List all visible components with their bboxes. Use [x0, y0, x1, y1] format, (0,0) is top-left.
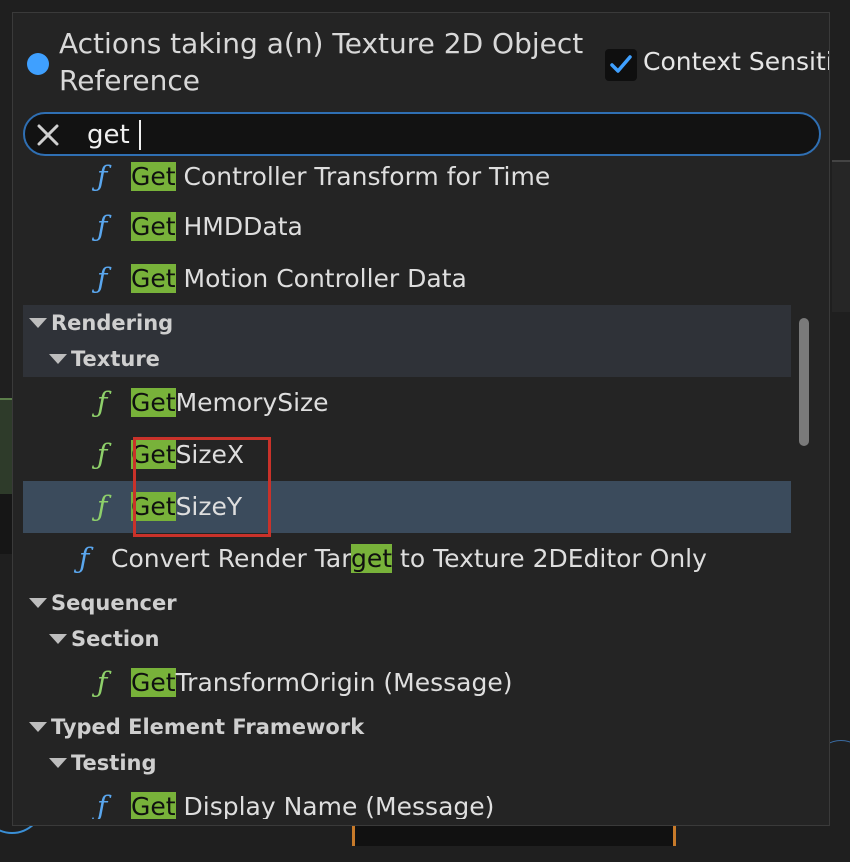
background-node — [352, 826, 676, 846]
label-suffix: HMDData — [175, 212, 303, 241]
expand-arrow-icon[interactable] — [29, 598, 47, 608]
function-icon: ƒ — [97, 160, 108, 193]
text-caret — [139, 120, 141, 150]
label-suffix: SizeX — [175, 440, 245, 469]
expand-arrow-icon[interactable] — [29, 318, 47, 328]
category-section[interactable]: Section — [23, 621, 791, 657]
label-suffix: MemorySize — [175, 388, 329, 417]
search-match-highlight: Get — [131, 792, 176, 819]
label-suffix: Controller Transform for Time — [175, 162, 551, 191]
category-sequencer[interactable]: Sequencer — [23, 585, 791, 621]
scrollbar-thumb[interactable] — [799, 318, 809, 446]
expand-arrow-icon[interactable] — [49, 354, 67, 364]
search-match-highlight: Get — [131, 492, 176, 521]
category-label: Texture — [71, 347, 160, 371]
action-item[interactable]: ƒ Get Controller Transform for Time — [23, 159, 791, 203]
action-item[interactable]: ƒ GetSizeX — [23, 429, 791, 481]
action-list: ƒ Get Controller Transform for Time ƒ Get H… — [23, 159, 791, 819]
category-typed-element-framework[interactable]: Typed Element Framework — [23, 709, 791, 745]
action-item[interactable]: ƒ GetSizeY — [23, 481, 791, 533]
action-label: Convert Render Target to Texture 2DEdito… — [111, 533, 707, 585]
popup-title: Actions taking a(n) Texture 2D Object Re… — [59, 27, 584, 97]
context-sensitive-label[interactable]: Context Sensitive — [643, 47, 829, 76]
background-node — [832, 160, 850, 312]
search-match-highlight: Get — [131, 264, 176, 293]
action-label: GetSizeY — [131, 481, 242, 533]
category-label: Section — [71, 627, 160, 651]
category-label: Typed Element Framework — [51, 715, 365, 739]
search-match-highlight: get — [351, 544, 393, 573]
context-sensitive-checkbox[interactable] — [605, 49, 637, 81]
function-icon: ƒ — [97, 262, 108, 295]
search-match-highlight: Get — [131, 162, 176, 191]
popup-header: Actions taking a(n) Texture 2D Object Re… — [13, 13, 829, 113]
category-label: Sequencer — [51, 591, 177, 615]
action-item[interactable]: ƒ Convert Render Target to Texture 2DEdit… — [23, 533, 791, 585]
function-icon: ƒ — [79, 542, 90, 575]
action-label: GetSizeX — [131, 429, 244, 481]
expand-arrow-icon[interactable] — [29, 722, 47, 732]
action-label: Get Controller Transform for Time — [131, 159, 550, 203]
category-rendering[interactable]: Rendering — [23, 305, 791, 341]
label-suffix: TransformOrigin (Message) — [175, 668, 513, 697]
label-suffix: Motion Controller Data — [175, 264, 467, 293]
action-label: GetMemorySize — [131, 377, 329, 429]
label-suffix: SizeY — [175, 492, 243, 521]
action-label: Get HMDData — [131, 201, 303, 253]
search-match-highlight: Get — [131, 440, 176, 469]
action-label: Get Motion Controller Data — [131, 253, 467, 305]
pure-function-icon: ƒ — [97, 490, 108, 523]
action-item[interactable]: ƒ Get Display Name (Message) — [23, 781, 791, 819]
action-label: GetTransformOrigin (Message) — [131, 657, 513, 709]
checkmark-icon — [610, 55, 632, 73]
action-item[interactable]: ƒ Get Motion Controller Data — [23, 253, 791, 305]
expand-arrow-icon[interactable] — [49, 634, 67, 644]
expand-arrow-icon[interactable] — [49, 758, 67, 768]
action-item[interactable]: ƒ GetMemorySize — [23, 377, 791, 429]
label-prefix: Convert Render Tar — [111, 544, 352, 573]
action-item[interactable]: ƒ GetTransformOrigin (Message) — [23, 657, 791, 709]
pure-function-icon: ƒ — [97, 438, 108, 471]
category-label: Rendering — [51, 311, 174, 335]
function-icon: ƒ — [97, 790, 108, 819]
pure-function-icon: ƒ — [97, 666, 108, 699]
search-match-highlight: Get — [131, 388, 176, 417]
category-label: Testing — [71, 751, 157, 775]
search-match-highlight: Get — [131, 668, 176, 697]
pure-function-icon: ƒ — [97, 386, 108, 419]
label-suffix: Display Name (Message) — [175, 792, 495, 819]
search-box — [23, 112, 821, 156]
search-input[interactable] — [85, 118, 789, 152]
action-label: Get Display Name (Message) — [131, 781, 494, 819]
category-texture[interactable]: Texture — [23, 341, 791, 377]
action-menu-popup: Actions taking a(n) Texture 2D Object Re… — [12, 12, 830, 826]
function-icon: ƒ — [97, 210, 108, 243]
object-reference-pin-icon — [27, 53, 49, 75]
search-match-highlight: Get — [131, 212, 176, 241]
category-testing[interactable]: Testing — [23, 745, 791, 781]
action-item[interactable]: ƒ Get HMDData — [23, 201, 791, 253]
clear-search-icon[interactable] — [35, 122, 61, 148]
label-suffix: to Texture 2DEditor Only — [392, 544, 707, 573]
